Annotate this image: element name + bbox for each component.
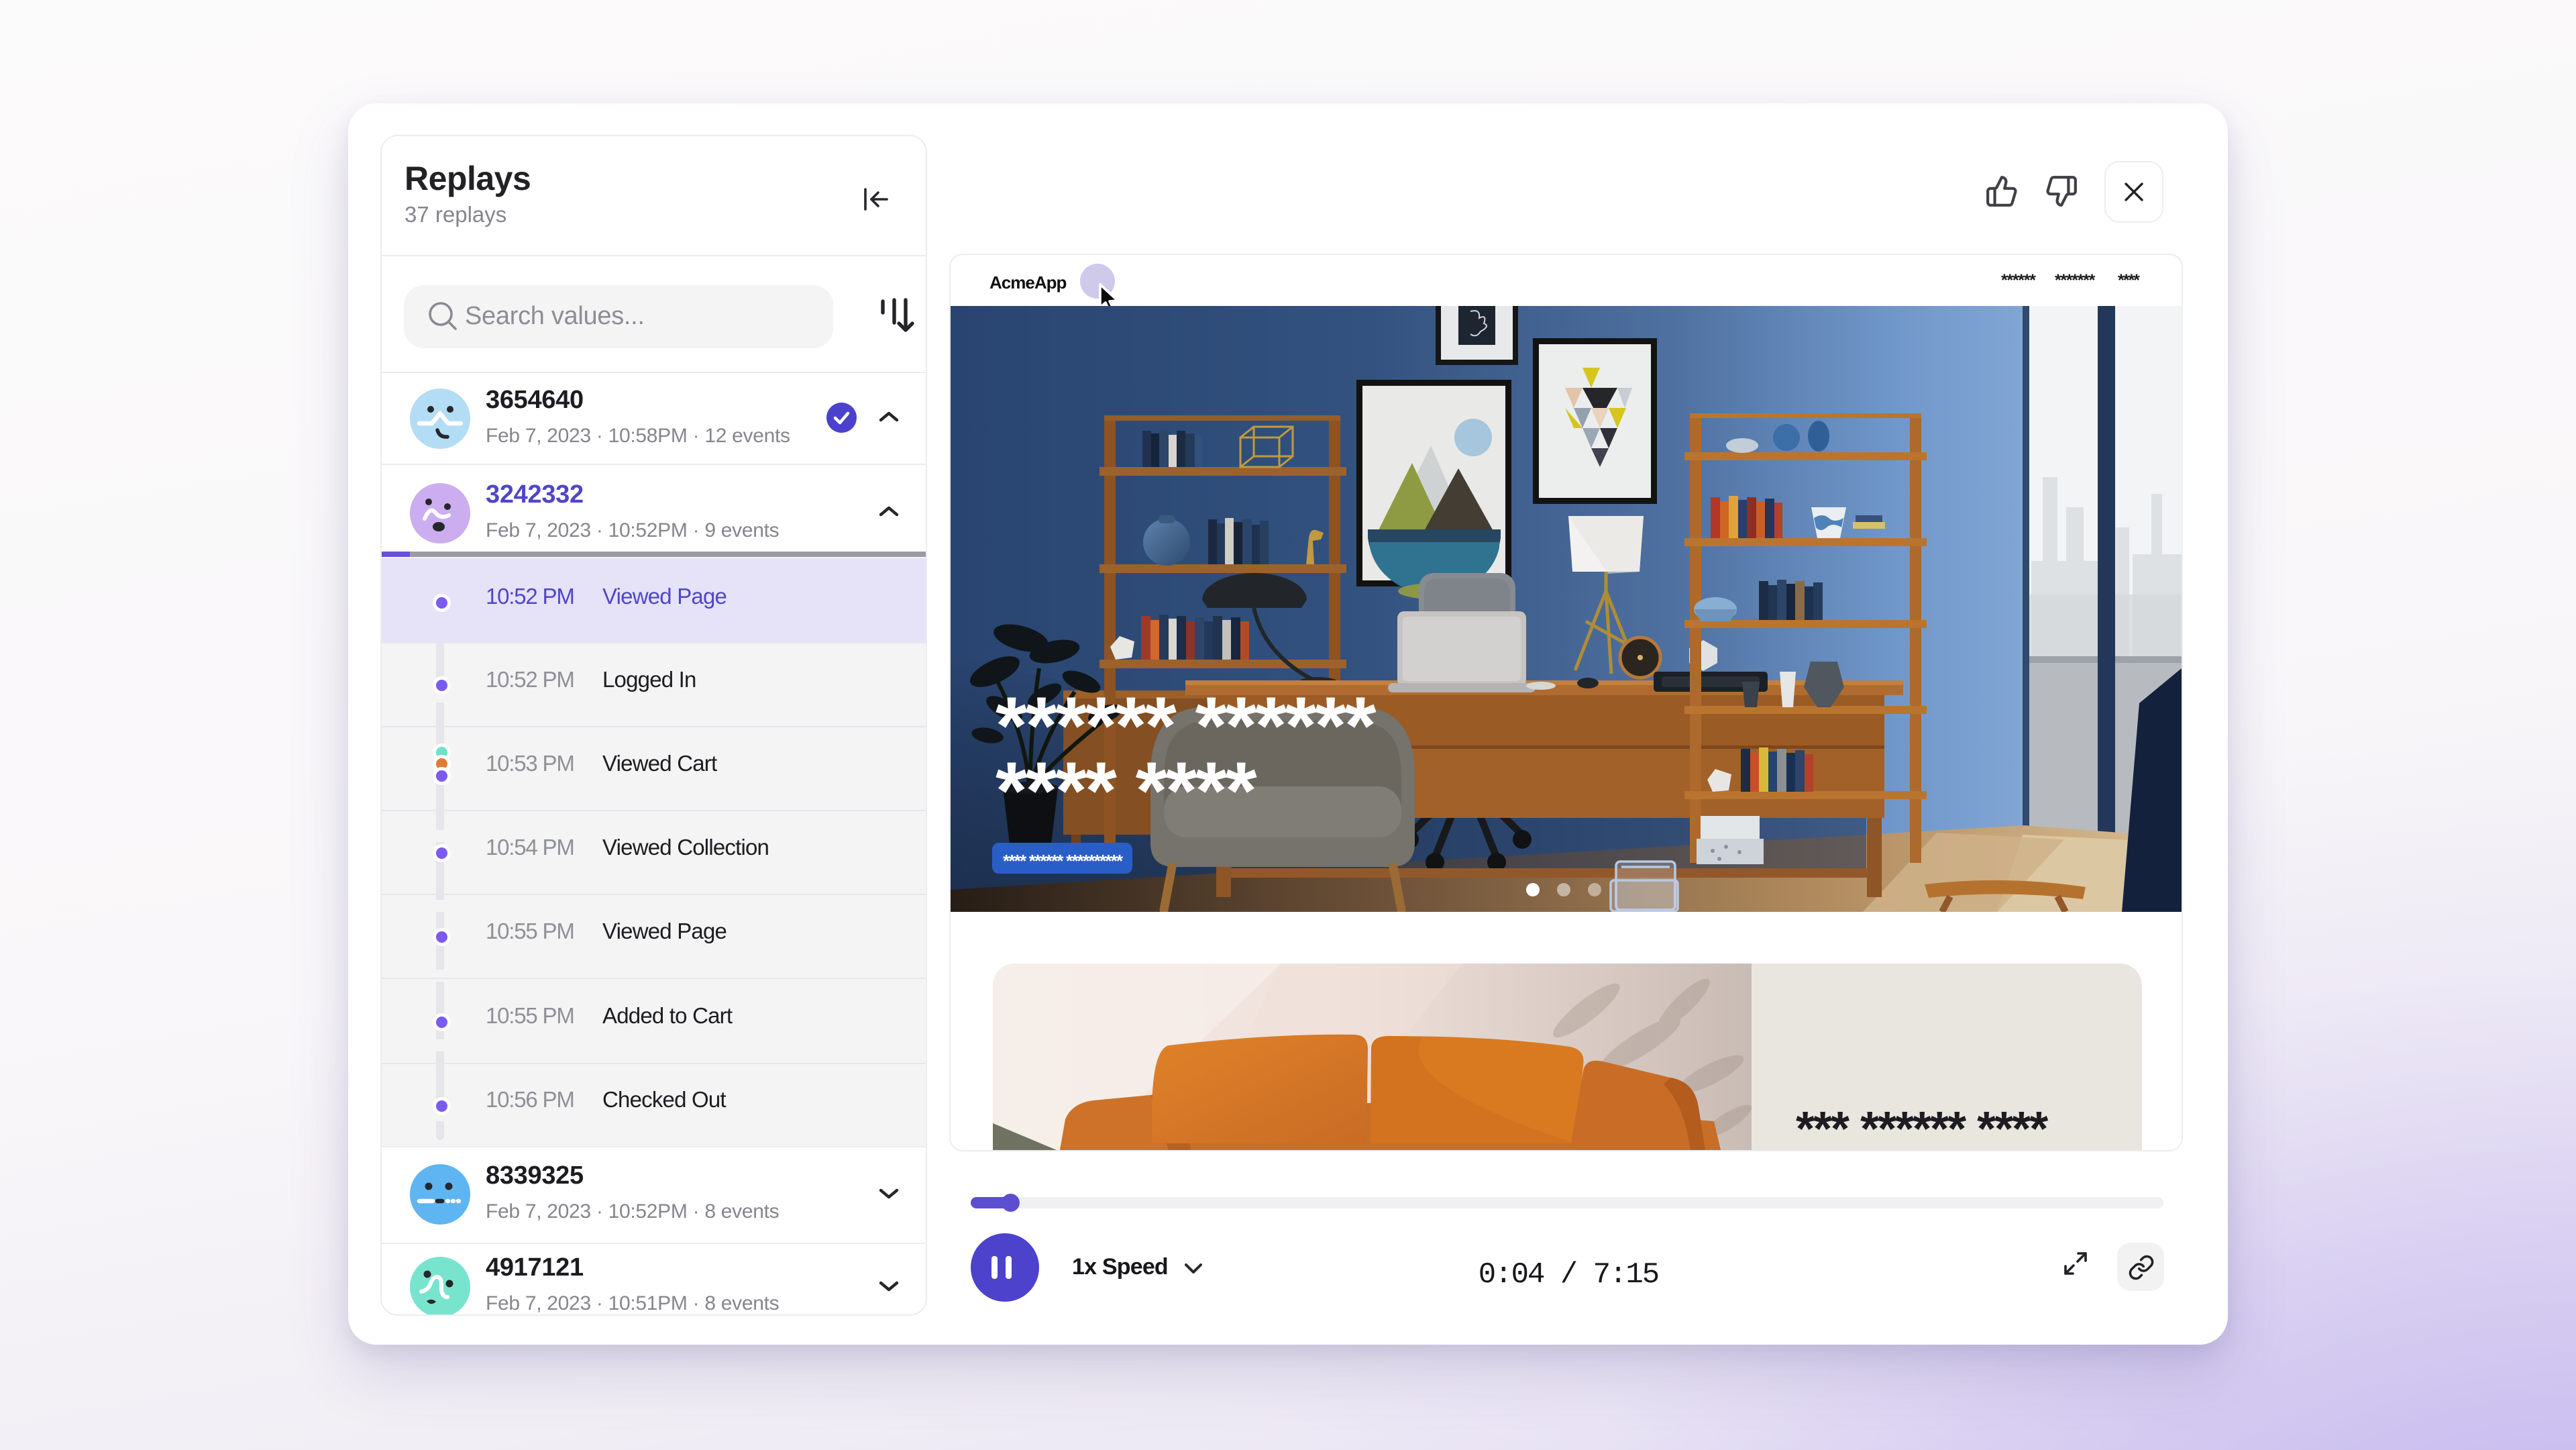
svg-text:**** ****: **** **** [996, 745, 1257, 836]
svg-text:**** ****** **********: **** ****** ********** [1003, 851, 1124, 871]
